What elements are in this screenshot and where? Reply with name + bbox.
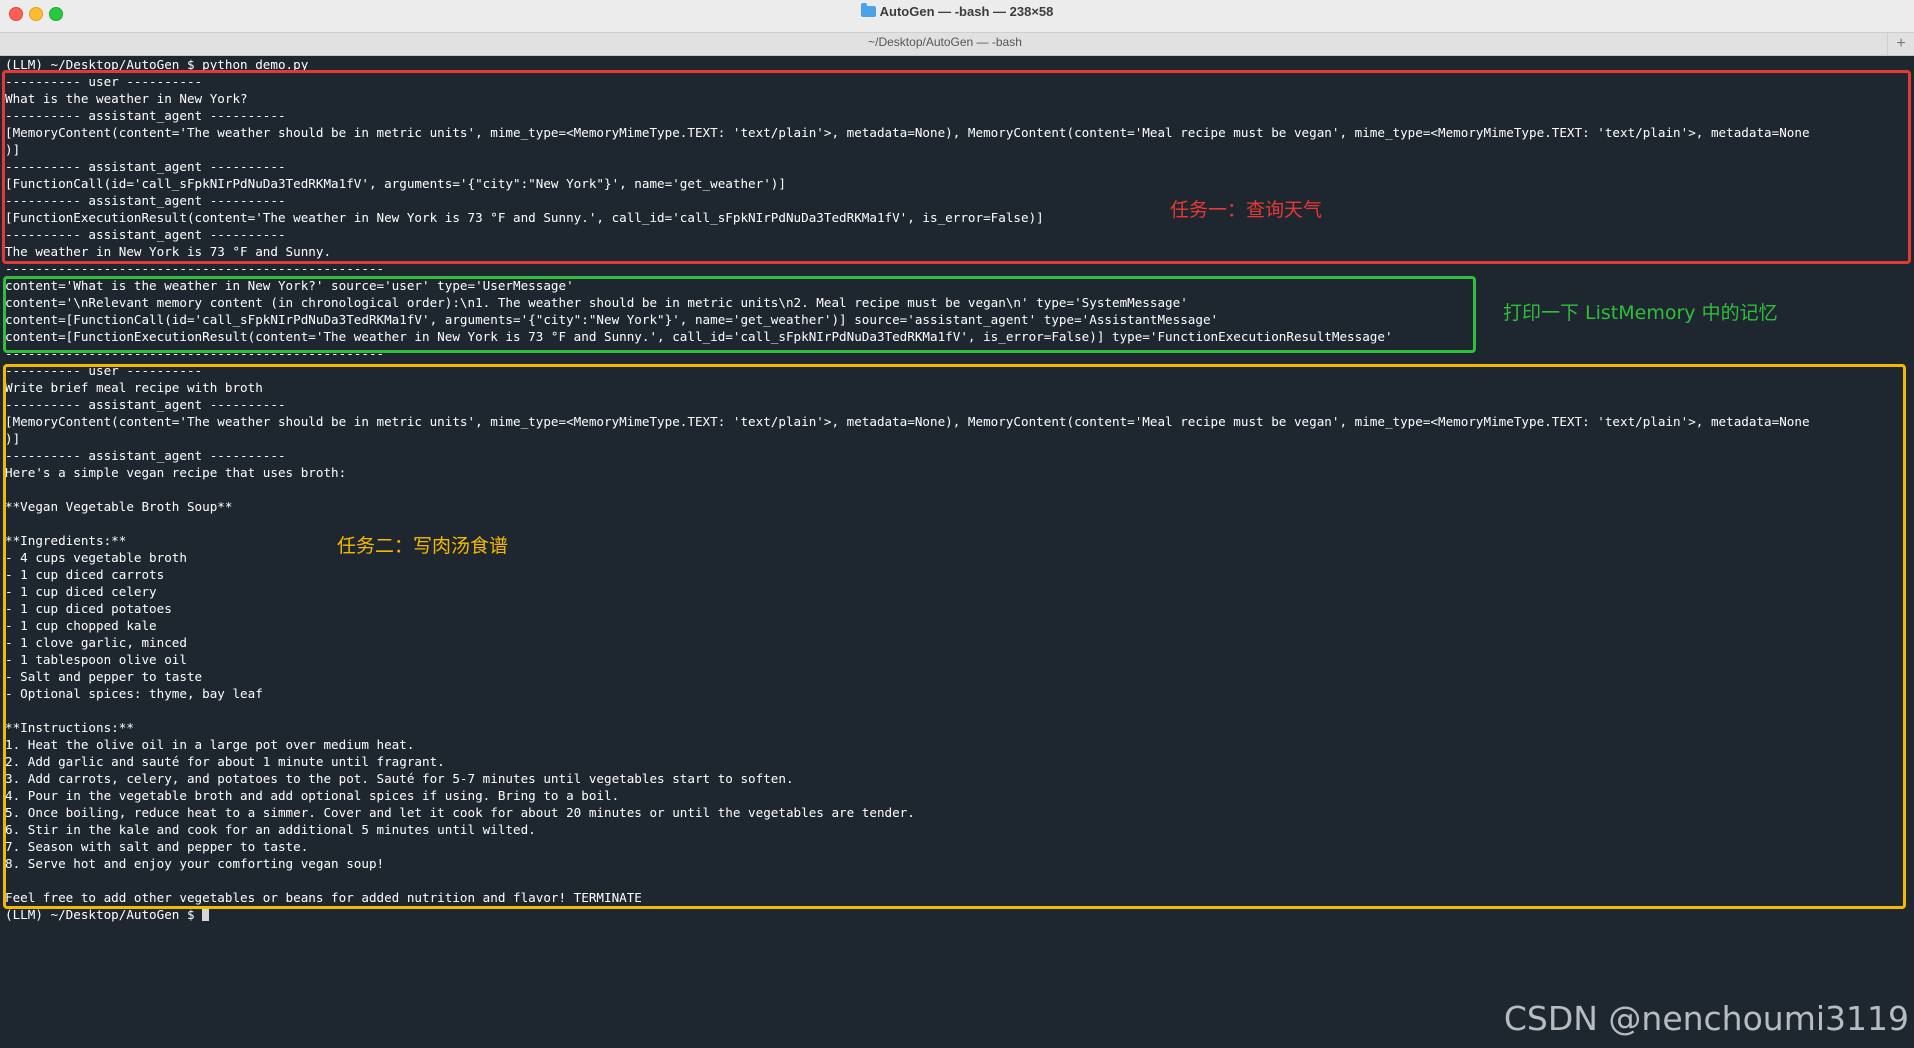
memory-annotation: 打印一下 ListMemory 中的记忆: [1503, 302, 1778, 324]
title-bar[interactable]: AutoGen — -bash — 238×58 ~/Desktop/AutoG…: [0, 0, 1914, 56]
shell-prompt: (LLM) ~/Desktop/AutoGen $: [5, 907, 203, 922]
task2-annotation: 任务二：写肉汤食谱: [337, 535, 509, 557]
memory-highlight-box: [3, 276, 1476, 353]
window-title-row: AutoGen — -bash — 238×58: [0, 3, 1914, 19]
new-tab-button[interactable]: +: [1887, 33, 1914, 55]
folder-icon: [860, 3, 876, 17]
window-title: AutoGen — -bash — 238×58: [879, 4, 1054, 19]
task1-annotation: 任务一：查询天气: [1170, 199, 1323, 221]
terminal-window: AutoGen — -bash — 238×58 ~/Desktop/AutoG…: [0, 0, 1914, 1048]
task1-highlight-box: [2, 70, 1911, 264]
text-cursor: [202, 908, 210, 921]
watermark: CSDN @nenchoumi3119: [1503, 999, 1909, 1038]
task2-highlight-box: [3, 364, 1906, 909]
tab-bar: ~/Desktop/AutoGen — -bash +: [0, 32, 1914, 55]
tab-title[interactable]: ~/Desktop/AutoGen — -bash: [0, 35, 1890, 49]
